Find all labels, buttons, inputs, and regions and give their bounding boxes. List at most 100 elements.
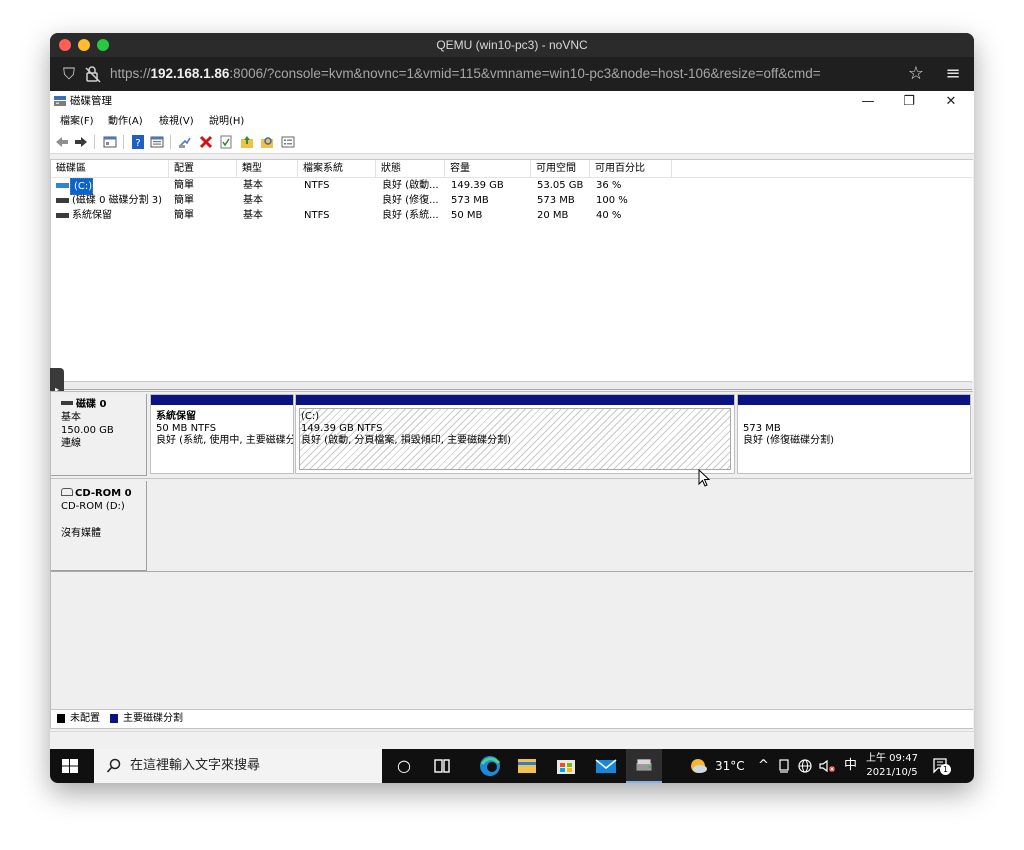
partition-c[interactable]: (C:) 149.39 GB NTFS 良好 (啟動, 分頁檔案, 損毀傾印, … — [295, 394, 735, 474]
status-cell: 良好 (修復... — [382, 195, 439, 206]
table-row[interactable]: (C:) 簡單 基本 NTFS 良好 (啟動... 149.39 GB 53.0… — [51, 178, 973, 195]
chevron-up-icon[interactable]: ^ — [758, 749, 769, 783]
mail-icon[interactable] — [588, 749, 624, 783]
cortana-circle-icon[interactable]: ○ — [386, 749, 422, 783]
column-filesystem[interactable]: 檔案系統 — [298, 160, 376, 177]
app-minimize-button[interactable]: — — [848, 91, 888, 112]
column-volume[interactable]: 磁碟區 — [51, 160, 169, 177]
menu-hamburger-icon[interactable]: ≡ — [943, 63, 963, 85]
disk-0-size: 150.00 GB — [61, 425, 114, 436]
partition-name: (C:) — [301, 411, 320, 422]
partition-details: (C:) 149.39 GB NTFS 良好 (啟動, 分頁檔案, 損毀傾印, … — [301, 411, 732, 447]
app-close-button[interactable]: ✕ — [931, 91, 971, 112]
pane-splitter[interactable] — [50, 381, 972, 390]
weather-temperature[interactable]: 31°C — [715, 749, 745, 783]
properties-icon[interactable] — [149, 134, 165, 150]
ime-indicator[interactable]: 中 — [844, 749, 857, 783]
row-divider — [51, 571, 973, 572]
partition-details: 系統保留 50 MB NTFS 良好 (系統, 使用中, 主要磁碟分割) — [156, 411, 294, 447]
taskbar-search-box[interactable]: 在這裡輸入文字來搜尋 — [94, 749, 382, 783]
disk-0-row: 磁碟 0 基本 150.00 GB 連線 系統保留 50 MB NTFS 良好 … — [51, 394, 973, 476]
disk-drive-icon — [61, 401, 73, 405]
status-bar — [50, 731, 974, 750]
volume-muted-icon[interactable] — [818, 758, 836, 774]
menu-file[interactable]: 檔案(F) — [60, 112, 94, 131]
partition-recovery[interactable]: 573 MB 良好 (修復磁碟分割) — [737, 394, 971, 474]
disk-management-window: 磁碟管理 — ❐ ✕ 檔案(F) 動作(A) 檢視(V) 說明(H) ? 磁碟區… — [50, 91, 974, 783]
cdrom-drive: CD-ROM (D:) — [61, 501, 125, 512]
column-layout[interactable]: 配置 — [169, 160, 237, 177]
legend-primary-swatch — [110, 714, 118, 723]
table-row[interactable]: (磁碟 0 磁碟分割 3) 簡單 基本 良好 (修復... 573 MB 573… — [51, 193, 973, 208]
taskbar-clock[interactable]: 上午 09:47 2021/10/5 — [865, 752, 919, 780]
legend-primary-label: 主要磁碟分割 — [123, 713, 183, 724]
cdrom-name: CD-ROM 0 — [75, 488, 132, 499]
capacity-cell: 573 MB — [451, 195, 489, 206]
volume-icon — [56, 198, 69, 203]
partition-system-reserved[interactable]: 系統保留 50 MB NTFS 良好 (系統, 使用中, 主要磁碟分割) — [150, 394, 294, 474]
help-icon[interactable]: ? — [130, 134, 146, 150]
partition-details: 573 MB 良好 (修復磁碟分割) — [743, 423, 968, 447]
type-cell: 基本 — [243, 180, 263, 191]
partition-status: 良好 (系統, 使用中, 主要磁碟分割) — [156, 435, 294, 446]
delete-x-icon[interactable] — [198, 134, 214, 150]
disk-management-task-icon[interactable] — [626, 749, 662, 783]
table-row[interactable]: 系統保留 簡單 基本 NTFS 良好 (系統... 50 MB 20 MB 40… — [51, 208, 973, 223]
volume-icon — [56, 213, 69, 218]
cdrom-row: CD-ROM 0 CD-ROM (D:) 沒有媒體 — [51, 481, 973, 571]
menu-view[interactable]: 檢視(V) — [159, 112, 194, 131]
check-icon[interactable] — [218, 134, 234, 150]
search-icon — [106, 758, 121, 773]
disk-0-state: 連線 — [61, 438, 81, 449]
legend: 未配置 主要磁碟分割 — [50, 709, 973, 729]
up-folder-icon[interactable] — [239, 134, 255, 150]
free-percent-cell: 36 % — [596, 180, 622, 191]
menu-action[interactable]: 動作(A) — [108, 112, 143, 131]
store-icon[interactable] — [548, 749, 584, 783]
partition-size: 573 MB — [743, 423, 781, 434]
file-explorer-icon[interactable] — [509, 749, 545, 783]
disk-0-type: 基本 — [61, 412, 81, 423]
volume-name-cell: 系統保留 — [72, 210, 112, 221]
free-space-cell: 20 MB — [537, 210, 569, 221]
console-tree-icon[interactable] — [102, 134, 118, 150]
forward-arrow-icon[interactable] — [73, 134, 89, 150]
column-type[interactable]: 類型 — [237, 160, 298, 177]
weather-sun-icon[interactable] — [680, 749, 716, 783]
clock-date: 2021/10/5 — [866, 767, 918, 778]
notification-center-icon[interactable]: 1 — [932, 757, 951, 775]
column-capacity[interactable]: 容量 — [445, 160, 531, 177]
mouse-cursor-icon — [698, 469, 710, 487]
url-prefix: https:// — [110, 66, 151, 81]
disk-0-name: 磁碟 0 — [76, 399, 107, 410]
address-bar[interactable]: ⛉ https://192.168.1.86:8006/?console=kvm… — [50, 57, 974, 91]
back-arrow-icon[interactable] — [54, 134, 70, 150]
shield-icon[interactable]: ⛉ — [60, 65, 78, 83]
edge-browser-icon[interactable] — [472, 749, 508, 783]
insecure-lock-icon[interactable] — [84, 65, 102, 83]
menu-help[interactable]: 說明(H) — [209, 112, 244, 131]
row-divider — [51, 478, 973, 479]
capacity-cell: 50 MB — [451, 210, 483, 221]
device-icon[interactable] — [776, 758, 792, 774]
cdrom-info[interactable]: CD-ROM 0 CD-ROM (D:) 沒有媒體 — [51, 481, 147, 571]
search-folder-icon[interactable] — [259, 134, 275, 150]
network-globe-icon[interactable] — [797, 758, 813, 774]
windows-start-icon[interactable] — [60, 756, 80, 776]
app-restore-button[interactable]: ❐ — [889, 91, 929, 112]
layout-cell: 簡單 — [174, 195, 194, 206]
free-space-cell: 573 MB — [537, 195, 575, 206]
url-text[interactable]: https://192.168.1.86:8006/?console=kvm&n… — [110, 57, 821, 91]
column-free-percent[interactable]: 可用百分比 — [590, 160, 672, 177]
list-view-icon[interactable] — [280, 134, 296, 150]
column-status[interactable]: 狀態 — [376, 160, 445, 177]
connect-icon[interactable] — [177, 134, 193, 150]
notification-count: 1 — [940, 764, 951, 775]
task-view-icon[interactable] — [424, 749, 460, 783]
disk-graphical-view: 磁碟 0 基本 150.00 GB 連線 系統保留 50 MB NTFS 良好 … — [50, 391, 973, 711]
bookmark-star-icon[interactable]: ☆ — [906, 63, 926, 85]
disk-0-info[interactable]: 磁碟 0 基本 150.00 GB 連線 — [51, 394, 147, 476]
menu-bar: 檔案(F) 動作(A) 檢視(V) 說明(H) — [50, 112, 974, 131]
partition-status: 良好 (啟動, 分頁檔案, 損毀傾印, 主要磁碟分割) — [301, 435, 512, 446]
column-free-space[interactable]: 可用空間 — [531, 160, 590, 177]
